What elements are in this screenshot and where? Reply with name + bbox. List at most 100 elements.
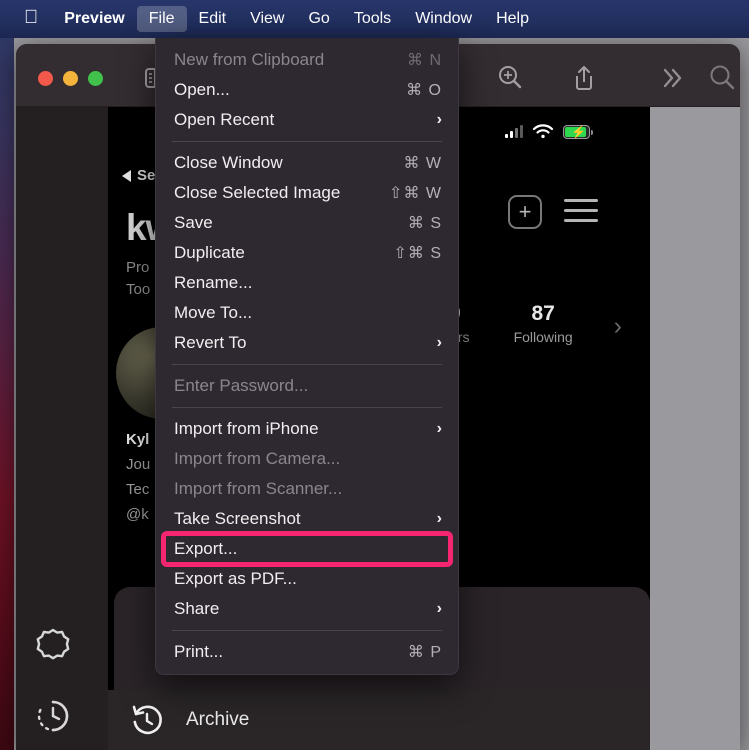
battery-charging-icon: ⚡ <box>563 124 593 139</box>
menu-item-revert-to[interactable]: Revert To › <box>156 328 458 358</box>
badge-icon[interactable] <box>34 627 72 665</box>
menu-item-close-window[interactable]: Close Window ⌘ W <box>156 148 458 178</box>
menu-item-open-recent[interactable]: Open Recent › <box>156 105 458 135</box>
hamburger-icon[interactable] <box>564 199 598 229</box>
menu-item-open[interactable]: Open... ⌘ O <box>156 75 458 105</box>
desktop-wallpaper-edge <box>0 0 14 750</box>
profile-bio: Pro Too <box>126 257 150 301</box>
archive-label: Archive <box>186 709 250 730</box>
menu-item-shortcut: ⇧⌘ S <box>393 245 442 262</box>
menu-item-label: Duplicate <box>174 243 245 262</box>
profile-line-2: Jou <box>126 456 151 473</box>
back-button[interactable]: Se <box>122 167 155 184</box>
bio-line-1: Pro <box>126 259 150 276</box>
menu-item-shortcut: ⌘ S <box>407 215 442 232</box>
menu-item-label: Close Selected Image <box>174 183 341 202</box>
back-label: Se <box>137 167 156 184</box>
search-icon[interactable] <box>705 62 739 94</box>
menu-item-label: Import from Camera... <box>174 449 341 468</box>
menu-item-label: Import from iPhone <box>174 419 319 438</box>
ios-status-bar: ⚡ <box>505 124 593 139</box>
apple-logo-icon[interactable]:  <box>14 7 52 32</box>
submenu-chevron-icon: › <box>436 420 442 437</box>
profile-name-block: Kyl Jou Tec @k <box>126 427 150 527</box>
menu-item-move-to[interactable]: Move To... <box>156 298 458 328</box>
menu-item-shortcut: ⇧⌘ W <box>389 185 442 202</box>
menubar-item-view[interactable]: View <box>238 6 296 32</box>
share-icon[interactable] <box>567 62 601 94</box>
back-triangle-icon <box>122 169 131 182</box>
profile-line-3: Tec <box>126 481 150 498</box>
menu-item-save[interactable]: Save ⌘ S <box>156 208 458 238</box>
menu-item-enter-password: Enter Password... <box>156 371 458 401</box>
menu-separator <box>172 364 442 365</box>
left-rail <box>16 107 108 750</box>
chevron-right-icon[interactable]: › <box>614 312 622 341</box>
close-window-button[interactable] <box>38 71 53 86</box>
following-label: Following <box>513 329 573 345</box>
menu-item-label: Move To... <box>174 303 253 322</box>
menubar-item-edit[interactable]: Edit <box>187 6 239 32</box>
menu-item-shortcut: ⌘ O <box>406 82 442 99</box>
menu-item-import-from-iphone[interactable]: Import from iPhone › <box>156 414 458 444</box>
menu-item-label: Export as PDF... <box>174 569 297 588</box>
menu-item-close-selected-image[interactable]: Close Selected Image ⇧⌘ W <box>156 178 458 208</box>
menu-separator <box>172 407 442 408</box>
menu-item-shortcut: ⌘ W <box>403 155 442 172</box>
menu-item-label: Rename... <box>174 273 253 292</box>
profile-name: Kyl <box>126 431 150 448</box>
archive-row[interactable]: Archive <box>108 690 650 750</box>
menu-item-label: Open Recent <box>174 110 275 129</box>
menu-item-export-as-pdf[interactable]: Export as PDF... <box>156 564 458 594</box>
menubar-item-tools[interactable]: Tools <box>342 6 403 32</box>
menu-item-label: New from Clipboard <box>174 50 325 69</box>
recents-dotted-clock-icon[interactable] <box>34 697 72 735</box>
chevrons-right-icon[interactable] <box>655 62 689 94</box>
menu-separator <box>172 141 442 142</box>
menubar-item-go[interactable]: Go <box>296 6 341 32</box>
following-count: 87 <box>531 302 555 325</box>
menu-item-export[interactable]: Export... <box>156 534 458 564</box>
menu-item-take-screenshot[interactable]: Take Screenshot › <box>156 504 458 534</box>
macos-menubar:  Preview File Edit View Go Tools Window… <box>0 0 749 38</box>
menu-item-label: Import from Scanner... <box>174 479 343 498</box>
submenu-chevron-icon: › <box>436 334 442 351</box>
wifi-icon <box>532 124 554 139</box>
menu-item-label: Export... <box>174 539 238 558</box>
submenu-chevron-icon: › <box>436 510 442 527</box>
zoom-in-icon[interactable] <box>493 62 527 94</box>
menu-item-share[interactable]: Share › <box>156 594 458 624</box>
minimize-window-button[interactable] <box>63 71 78 86</box>
stat-following[interactable]: 87 Following <box>514 302 573 345</box>
menu-item-new-from-clipboard: New from Clipboard ⌘ N <box>156 45 458 75</box>
menu-item-print[interactable]: Print... ⌘ P <box>156 637 458 667</box>
bio-line-2: Too <box>126 281 151 298</box>
cellular-signal-icon <box>505 125 523 138</box>
submenu-chevron-icon: › <box>436 600 442 617</box>
maximize-window-button[interactable] <box>88 71 103 86</box>
menubar-item-preview[interactable]: Preview <box>52 6 136 32</box>
menu-separator <box>172 630 442 631</box>
menubar-item-help[interactable]: Help <box>484 6 541 32</box>
menu-item-shortcut: ⌘ P <box>407 644 442 661</box>
menu-item-label: Share <box>174 599 220 618</box>
menubar-item-file[interactable]: File <box>136 6 187 32</box>
menu-item-label: Print... <box>174 642 224 661</box>
menu-item-label: Save <box>174 213 213 232</box>
profile-handle: @k <box>126 506 149 523</box>
history-clock-icon <box>130 703 164 737</box>
profile-stats: 9 wers 87 Following <box>440 302 573 345</box>
menu-item-label: Close Window <box>174 153 283 172</box>
menu-item-duplicate[interactable]: Duplicate ⇧⌘ S <box>156 238 458 268</box>
menu-item-import-from-scanner: Import from Scanner... <box>156 474 458 504</box>
add-icon[interactable]: + <box>508 195 542 229</box>
menu-item-label: Revert To <box>174 333 247 352</box>
menu-item-shortcut: ⌘ N <box>407 52 442 69</box>
menubar-item-window[interactable]: Window <box>403 6 484 32</box>
menu-item-import-from-camera: Import from Camera... <box>156 444 458 474</box>
menu-item-label: Enter Password... <box>174 376 309 395</box>
file-dropdown-menu: New from Clipboard ⌘ N Open... ⌘ O Open Rece… <box>155 38 459 675</box>
menu-item-label: Take Screenshot <box>174 509 301 528</box>
menu-item-label: Open... <box>174 80 230 99</box>
menu-item-rename[interactable]: Rename... <box>156 268 458 298</box>
